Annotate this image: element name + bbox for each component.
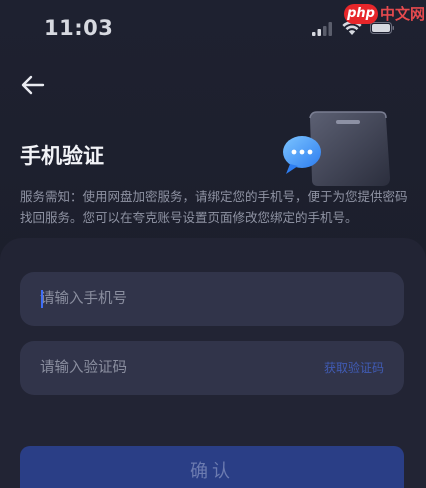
phone-message-illustration-icon [283,111,390,186]
text-cursor [41,290,43,308]
get-code-button[interactable]: 获取验证码 [324,341,384,395]
phone-field[interactable] [20,272,404,326]
code-field[interactable]: 获取验证码 [20,341,404,395]
watermark-brand: php [344,4,378,24]
phone-input[interactable] [40,272,300,326]
confirm-button[interactable]: 确认 [20,446,404,488]
watermark-site: 中文网 [380,5,426,23]
watermark-logo: php 中文网 [342,2,426,28]
status-bar: 11:03 php 中文网 [0,0,426,56]
phone-verification-screen: 11:03 php 中文网 手机验证 服务需知：使用网盘加密服务，请绑定您的手机… [0,0,426,488]
cellular-signal-icon [312,22,332,36]
verification-code-input[interactable] [40,341,300,395]
back-arrow-icon [21,75,45,95]
page-title: 手机验证 [20,144,104,168]
status-time: 11:03 [44,16,114,40]
back-button[interactable] [18,72,48,98]
service-notice: 服务需知：使用网盘加密服务，请绑定您的手机号，便于为您提供密码找回服务。您可以在… [20,189,408,225]
